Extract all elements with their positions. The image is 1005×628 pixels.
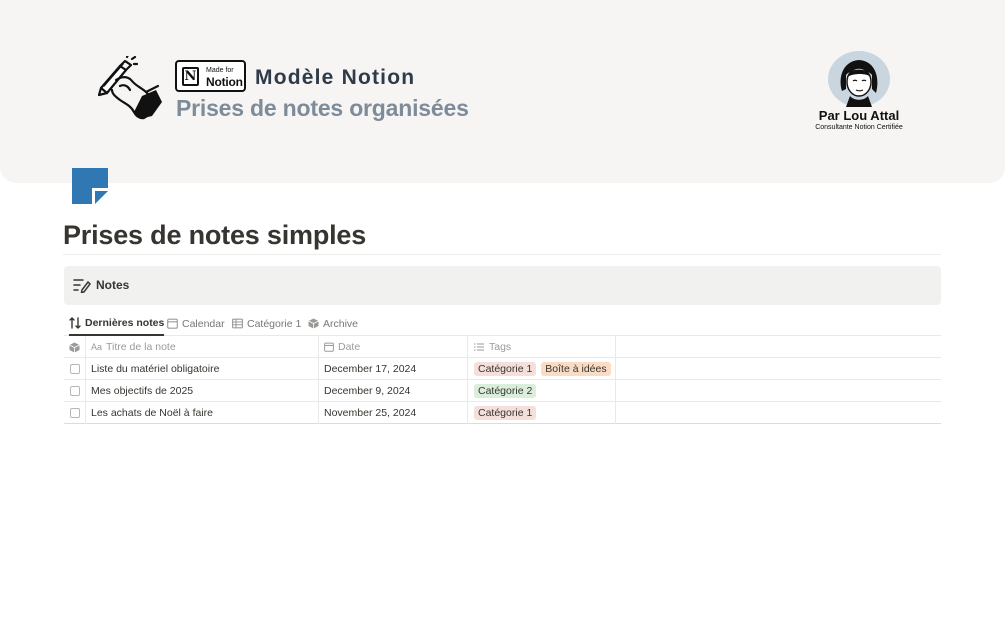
row-select-cell[interactable] xyxy=(64,402,86,424)
author-name: Par Lou Attal xyxy=(818,108,900,123)
select-column-header[interactable] xyxy=(64,336,86,358)
notion-logo-icon: N xyxy=(182,67,199,86)
author-avatar xyxy=(828,51,890,107)
calendar-icon xyxy=(324,342,334,352)
tab-label: Calendar xyxy=(182,317,225,330)
tab-label: Catégorie 1 xyxy=(247,317,302,330)
tab-label: Dernières notes xyxy=(85,317,165,329)
hand-writing-icon xyxy=(98,56,162,120)
view-tabs: Dernières notes Calendar Catégorie 1 Arc… xyxy=(64,312,941,336)
title-cell[interactable]: Les achats de Noël à faire xyxy=(86,402,319,424)
tab-dernieres-notes[interactable]: Dernières notes xyxy=(69,312,165,336)
column-header-label: Date xyxy=(338,341,361,353)
title-cell[interactable]: Liste du matériel obligatoire xyxy=(86,358,319,380)
table-header: Aa Titre de la note Date Tags xyxy=(64,336,941,358)
notes-edit-icon xyxy=(73,279,91,293)
folded-page-icon[interactable] xyxy=(72,168,108,204)
column-header-date[interactable]: Date xyxy=(319,336,468,358)
callout-label: Notes xyxy=(96,278,130,292)
column-header-label: Tags xyxy=(489,341,512,353)
column-header-title[interactable]: Aa Titre de la note xyxy=(86,336,319,358)
table-icon xyxy=(232,318,243,329)
date-cell[interactable]: November 25, 2024 xyxy=(319,402,468,424)
tab-archive[interactable]: Archive xyxy=(308,312,358,335)
date-cell[interactable]: December 17, 2024 xyxy=(319,358,468,380)
table-row[interactable]: Les achats de Noël à faire November 25, … xyxy=(64,402,941,424)
tags-cell[interactable]: Catégorie 2 xyxy=(468,380,616,402)
tag-badge: Catégorie 2 xyxy=(474,384,537,398)
sort-icon xyxy=(69,317,81,329)
notes-table: Aa Titre de la note Date Tags Liste du m… xyxy=(64,336,941,424)
made-for-notion-badge: N Made for Notion xyxy=(175,60,246,92)
row-select-cell[interactable] xyxy=(64,358,86,380)
row-checkbox[interactable] xyxy=(69,386,80,396)
archive-box-icon xyxy=(308,318,319,329)
tag-badge: Catégorie 1 xyxy=(474,406,537,420)
list-icon xyxy=(474,343,484,351)
table-row[interactable]: Liste du matériel obligatoire December 1… xyxy=(64,358,941,380)
row-checkbox[interactable] xyxy=(69,364,80,374)
tag-badge: Catégorie 1 xyxy=(474,362,537,376)
column-header-label: Titre de la note xyxy=(106,341,176,353)
row-select-cell[interactable] xyxy=(64,380,86,402)
calendar-icon xyxy=(167,318,178,329)
cover-subtitle: Prises de notes organisées xyxy=(176,95,469,121)
title-cell[interactable]: Mes objectifs de 2025 xyxy=(86,380,319,402)
title-divider xyxy=(63,254,941,255)
cover-banner: N Made for Notion Modèle Notion Prises d… xyxy=(0,0,1005,183)
badge-small-text: Made for xyxy=(206,67,234,74)
tag-badge: Boîte à idées xyxy=(541,362,611,376)
date-cell[interactable]: December 9, 2024 xyxy=(319,380,468,402)
tab-categorie-1[interactable]: Catégorie 1 xyxy=(232,312,301,335)
row-checkbox[interactable] xyxy=(69,408,80,418)
column-header-tags[interactable]: Tags xyxy=(468,336,616,358)
badge-big-text: Notion xyxy=(206,75,243,89)
text-property-icon: Aa xyxy=(91,342,103,352)
tags-cell[interactable]: Catégorie 1 Boîte à idées xyxy=(468,358,616,380)
tags-cell[interactable]: Catégorie 1 xyxy=(468,402,616,424)
table-row[interactable]: Mes objectifs de 2025 December 9, 2024 C… xyxy=(64,380,941,402)
tab-label: Archive xyxy=(323,317,359,330)
cover-title: Modèle Notion xyxy=(255,66,416,89)
notes-callout[interactable]: Notes xyxy=(64,266,941,305)
tab-calendar[interactable]: Calendar xyxy=(167,312,225,335)
author-role: Consultante Notion Certifiée xyxy=(815,124,903,131)
archive-box-icon xyxy=(69,342,80,352)
page-title[interactable]: Prises de notes simples xyxy=(63,220,366,251)
